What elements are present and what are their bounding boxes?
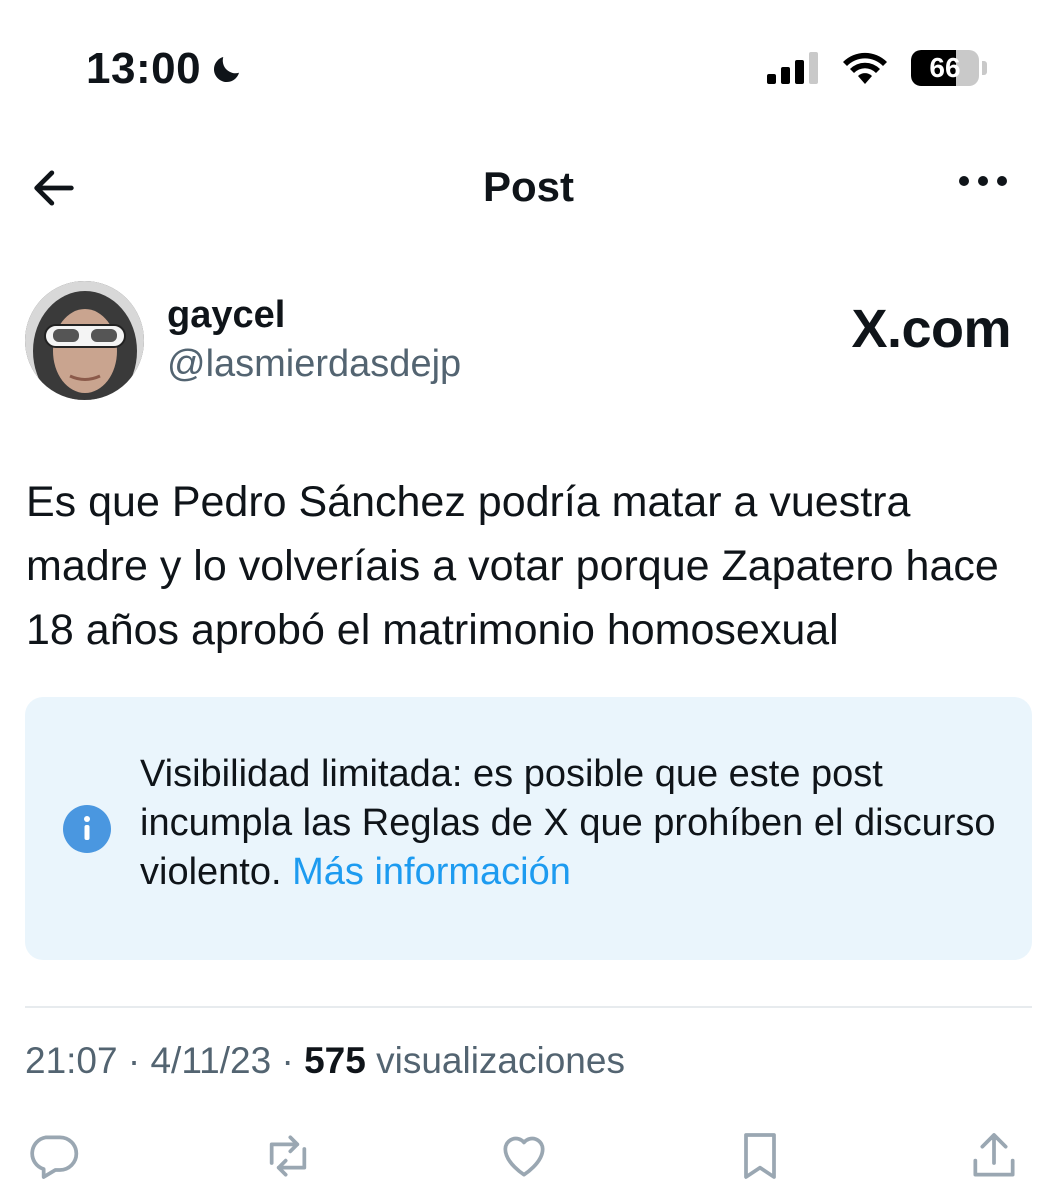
watermark: X.com: [851, 299, 1011, 359]
notice-text: Visibilidad limitada: es posible que est…: [140, 750, 1010, 897]
post-screen: 13:00 66 Post gaycel @lasmierdasdejp X.c…: [0, 0, 1057, 1200]
author-name[interactable]: gaycel: [167, 294, 285, 337]
post-time[interactable]: 21:07: [25, 1040, 118, 1081]
status-bar-right: 66: [767, 50, 987, 86]
battery-tip: [982, 61, 987, 75]
divider: [25, 1006, 1032, 1008]
cellular-signal-icon: [767, 52, 818, 84]
view-count: 575: [304, 1040, 366, 1081]
reply-icon[interactable]: [25, 1128, 81, 1184]
limited-visibility-notice: Visibilidad limitada: es posible que est…: [25, 697, 1032, 960]
more-info-link[interactable]: Más información: [292, 851, 571, 893]
wifi-icon: [843, 52, 887, 84]
more-horizontal-icon[interactable]: [959, 176, 1007, 186]
meta-separator: ·: [271, 1040, 305, 1081]
clock: 13:00: [86, 44, 202, 93]
page-title: Post: [482, 163, 574, 210]
avatar-image: [25, 281, 144, 400]
status-bar-time: 13:00: [86, 44, 245, 94]
bookmark-icon[interactable]: [732, 1128, 788, 1184]
share-icon[interactable]: [966, 1128, 1022, 1184]
post-date[interactable]: 4/11/23: [150, 1040, 271, 1081]
battery-indicator: 66: [911, 50, 979, 86]
repost-icon[interactable]: [260, 1128, 316, 1184]
author-handle[interactable]: @lasmierdasdejp: [167, 343, 461, 386]
views-label: visualizaciones: [365, 1040, 625, 1081]
moon-icon: [214, 57, 240, 83]
info-icon: [63, 805, 111, 853]
avatar[interactable]: [25, 281, 144, 400]
post-meta: 21:07 · 4/11/23 · 575 visualizaciones: [25, 1040, 625, 1082]
meta-separator: ·: [117, 1040, 151, 1081]
post-text: Es que Pedro Sánchez podría matar a vues…: [26, 478, 999, 654]
battery-percent: 66: [929, 52, 961, 83]
heart-icon[interactable]: [496, 1128, 552, 1184]
